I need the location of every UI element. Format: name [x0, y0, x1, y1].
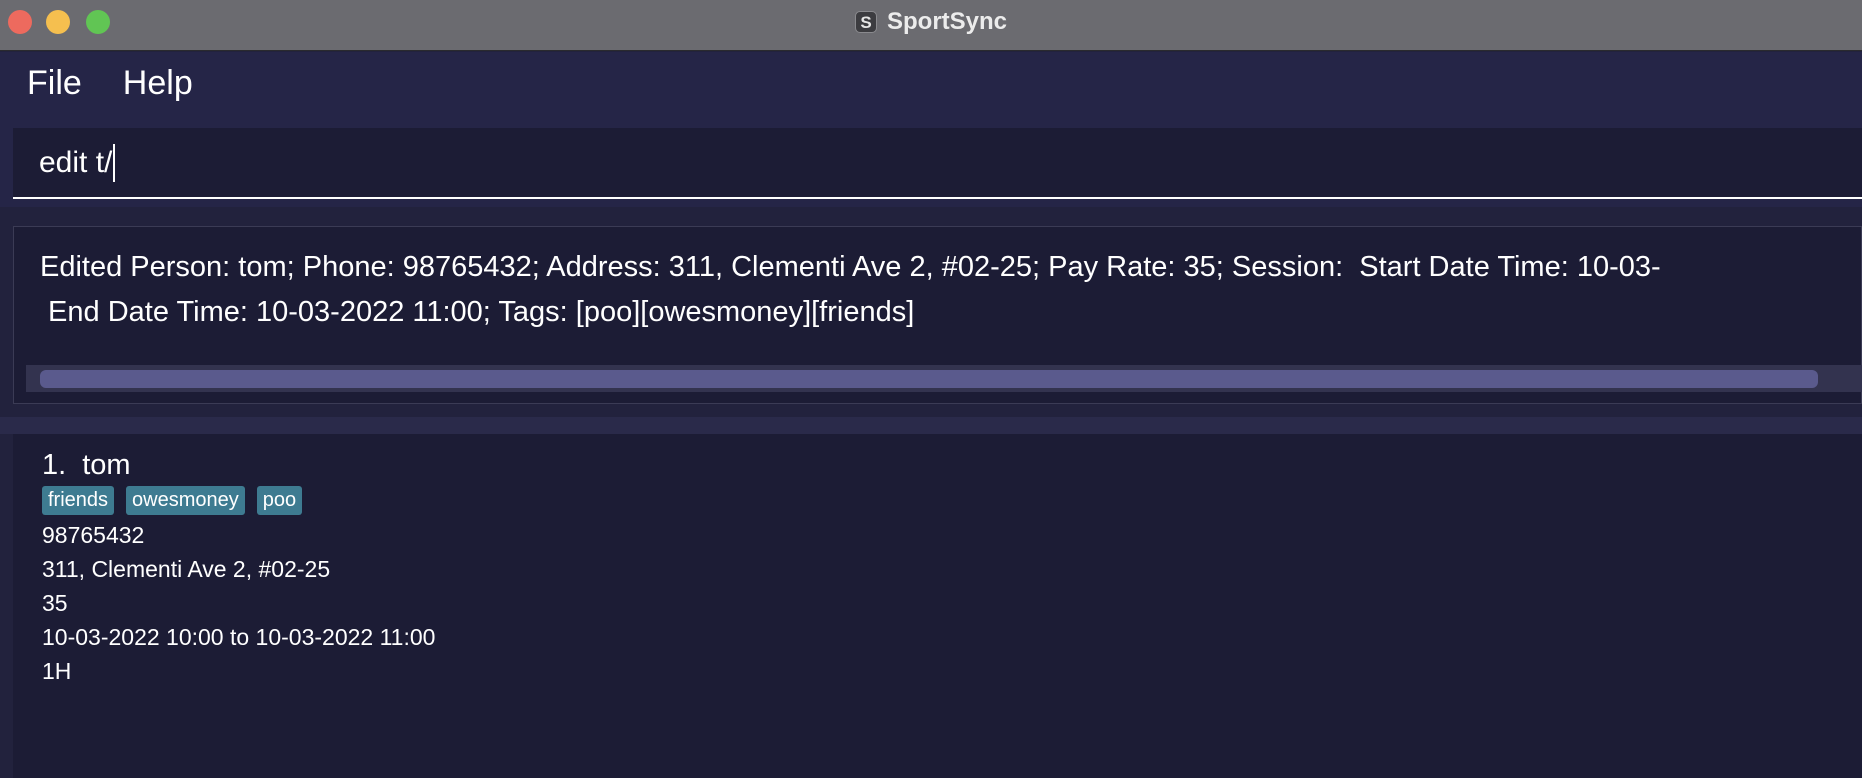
horizontal-scrollbar[interactable] — [26, 365, 1862, 392]
person-phone: 98765432 — [42, 522, 145, 548]
title-bar[interactable]: S SportSync — [0, 0, 1862, 51]
person-index: 1. — [42, 449, 67, 481]
window-title: SportSync — [886, 7, 1008, 35]
menu-file[interactable]: File — [27, 64, 82, 103]
command-input-text: edit t/ — [39, 145, 113, 179]
person-list-area: 1. tom friends owesmoney poo 98765432 311… — [0, 434, 1862, 778]
command-input[interactable]: edit t/ — [13, 128, 1862, 199]
tag-owesmoney: owesmoney — [126, 486, 245, 515]
result-line-1: Edited Person: tom; Phone: 98765432; Add… — [40, 251, 1661, 283]
tag-poo: poo — [256, 486, 303, 515]
person-card[interactable]: 1. tom friends owesmoney poo 98765432 311… — [42, 446, 435, 688]
scrollbar-thumb[interactable] — [40, 370, 1818, 388]
result-area: Edited Person: tom; Phone: 98765432; Add… — [0, 207, 1862, 417]
person-session: 10-03-2022 10:00 to 10-03-2022 11:00 — [42, 624, 436, 650]
person-address: 311, Clementi Ave 2, #02-25 — [42, 556, 331, 582]
result-display: Edited Person: tom; Phone: 98765432; Add… — [13, 226, 1862, 404]
window-title-group: S SportSync — [0, 0, 1862, 43]
tag-friends: friends — [42, 486, 115, 515]
person-list[interactable]: 1. tom friends owesmoney poo 98765432 311… — [13, 434, 1862, 778]
text-caret — [113, 143, 116, 182]
app-icon: S — [854, 10, 877, 33]
panel-divider — [0, 417, 1862, 434]
result-line-2: End Date Time: 10-03-2022 11:00; Tags: [… — [40, 296, 915, 328]
result-text: Edited Person: tom; Phone: 98765432; Add… — [40, 245, 1862, 335]
command-area: edit t/ — [0, 115, 1862, 207]
menu-help[interactable]: Help — [123, 64, 193, 103]
app-window: S SportSync File Help edit t/ Edited Per… — [0, 0, 1862, 778]
person-duration: 1H — [42, 658, 72, 684]
person-name: tom — [82, 449, 131, 481]
person-pay-rate: 35 — [42, 590, 68, 616]
tag-list: friends owesmoney poo — [42, 486, 435, 515]
person-name-row: 1. tom — [42, 446, 435, 484]
menu-bar: File Help — [0, 52, 1862, 115]
